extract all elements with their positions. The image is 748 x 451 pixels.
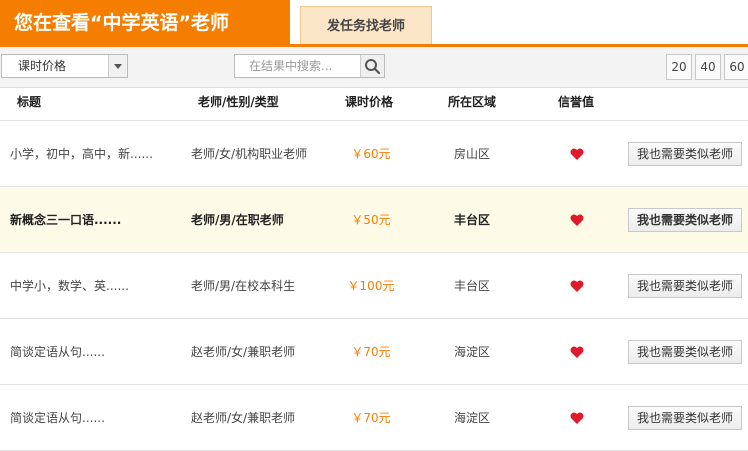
top-bar: 您在查看“中学英语”老师 发任务找老师 — [0, 0, 748, 47]
column-header-price: 课时价格 — [345, 95, 394, 109]
column-header-teacher: 老师/性别/类型 — [198, 95, 279, 109]
sort-select-value: 课时价格 — [18, 59, 67, 73]
table-row: 简谈定语从句...... 赵老师/女/兼职老师 ￥70元 海淀区 我也需要类似老… — [0, 319, 748, 385]
table-header: 标题 老师/性别/类型 课时价格 所在区域 信誉值 — [0, 88, 748, 121]
row-teacher: 赵老师/女/兼职老师 — [191, 345, 296, 359]
heart-icon — [570, 214, 584, 226]
search-icon — [365, 59, 381, 75]
table-row: 中学小，数学、英...... 老师/男/在校本科生 ￥100元 丰台区 我也需要… — [0, 253, 748, 319]
row-teacher: 赵老师/女/兼职老师 — [191, 411, 296, 425]
table-row: 新概念三一口语...... 老师/男/在职老师 ￥50元 丰台区 我也需要类似老… — [0, 187, 748, 253]
row-area: 房山区 — [453, 147, 490, 161]
page-title: 您在查看“中学英语”老师 — [0, 0, 290, 46]
need-similar-teacher-button[interactable]: 我也需要类似老师 — [628, 406, 742, 430]
search-input[interactable] — [235, 55, 361, 77]
need-similar-teacher-button[interactable]: 我也需要类似老师 — [628, 340, 742, 364]
row-price: ￥60元 — [351, 147, 391, 161]
heart-icon — [570, 148, 584, 160]
heart-icon — [570, 412, 584, 424]
row-title[interactable]: 简谈定语从句...... — [10, 319, 105, 385]
toolbar: 课时价格 20 40 60 — [0, 47, 748, 88]
row-title[interactable]: 小学，初中，高中，新...... — [10, 121, 153, 187]
heart-icon — [570, 346, 584, 358]
page-size-20[interactable]: 20 — [666, 54, 692, 80]
column-header-reputation: 信誉值 — [558, 95, 595, 109]
row-price: ￥50元 — [351, 213, 391, 227]
need-similar-teacher-button[interactable]: 我也需要类似老师 — [628, 274, 742, 298]
row-area: 丰台区 — [453, 279, 490, 293]
row-title[interactable]: 新概念三一口语...... — [10, 187, 121, 253]
row-area: 丰台区 — [453, 213, 490, 227]
post-task-tab[interactable]: 发任务找老师 — [300, 6, 432, 46]
row-teacher: 老师/男/在职老师 — [191, 213, 284, 227]
search-box — [234, 54, 385, 78]
table-row: 简谈定语从句...... 赵老师/女/兼职老师 ￥70元 海淀区 我也需要类似老… — [0, 385, 748, 451]
need-similar-teacher-button[interactable]: 我也需要类似老师 — [628, 142, 742, 166]
row-title[interactable]: 中学小，数学、英...... — [10, 253, 129, 319]
column-header-title: 标题 — [17, 95, 42, 109]
page-size-40[interactable]: 40 — [695, 54, 721, 80]
sort-select[interactable]: 课时价格 — [1, 54, 128, 78]
row-area: 海淀区 — [453, 411, 490, 425]
column-header-area: 所在区域 — [448, 95, 497, 109]
search-button[interactable] — [360, 55, 384, 77]
row-area: 海淀区 — [453, 345, 490, 359]
heart-icon — [570, 280, 584, 292]
chevron-down-icon[interactable] — [108, 55, 127, 77]
row-price: ￥70元 — [351, 411, 391, 425]
row-teacher: 老师/男/在校本科生 — [191, 279, 296, 293]
row-title[interactable]: 简谈定语从句...... — [10, 385, 105, 451]
need-similar-teacher-button[interactable]: 我也需要类似老师 — [628, 208, 742, 232]
row-price: ￥100元 — [347, 279, 395, 293]
row-price: ￥70元 — [351, 345, 391, 359]
table-row: 小学，初中，高中，新...... 老师/女/机构职业老师 ￥60元 房山区 我也… — [0, 121, 748, 187]
row-teacher: 老师/女/机构职业老师 — [191, 147, 308, 161]
page-size-60[interactable]: 60 — [724, 54, 748, 80]
